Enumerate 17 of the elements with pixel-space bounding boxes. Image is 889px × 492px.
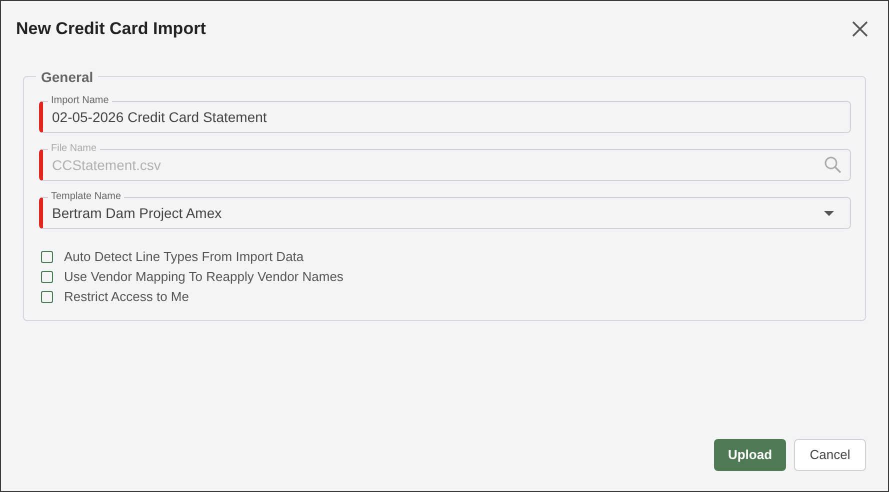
- field-label: Import Name: [48, 95, 112, 107]
- close-button[interactable]: [850, 19, 870, 39]
- cancel-button[interactable]: Cancel: [794, 439, 866, 471]
- checkbox-label: Restrict Access to Me: [64, 288, 189, 306]
- checkbox[interactable]: [41, 271, 53, 283]
- checkbox[interactable]: [41, 251, 53, 263]
- field-value: 02-05-2026 Credit Card Statement: [52, 108, 268, 126]
- checkbox-label: Auto Detect Line Types From Import Data: [64, 248, 304, 266]
- dialog-title: New Credit Card Import: [16, 18, 206, 40]
- checkbox[interactable]: [41, 291, 53, 303]
- upload-button[interactable]: Upload: [714, 439, 786, 471]
- field-label: Template Name: [48, 191, 124, 203]
- field-value: CCStatement.csv: [52, 156, 162, 174]
- checkbox-label: Use Vendor Mapping To Reapply Vendor Names: [64, 268, 344, 286]
- close-icon: [852, 21, 868, 37]
- field-value: Bertram Dam Project Amex: [52, 204, 223, 223]
- caret-icon[interactable]: [824, 210, 834, 216]
